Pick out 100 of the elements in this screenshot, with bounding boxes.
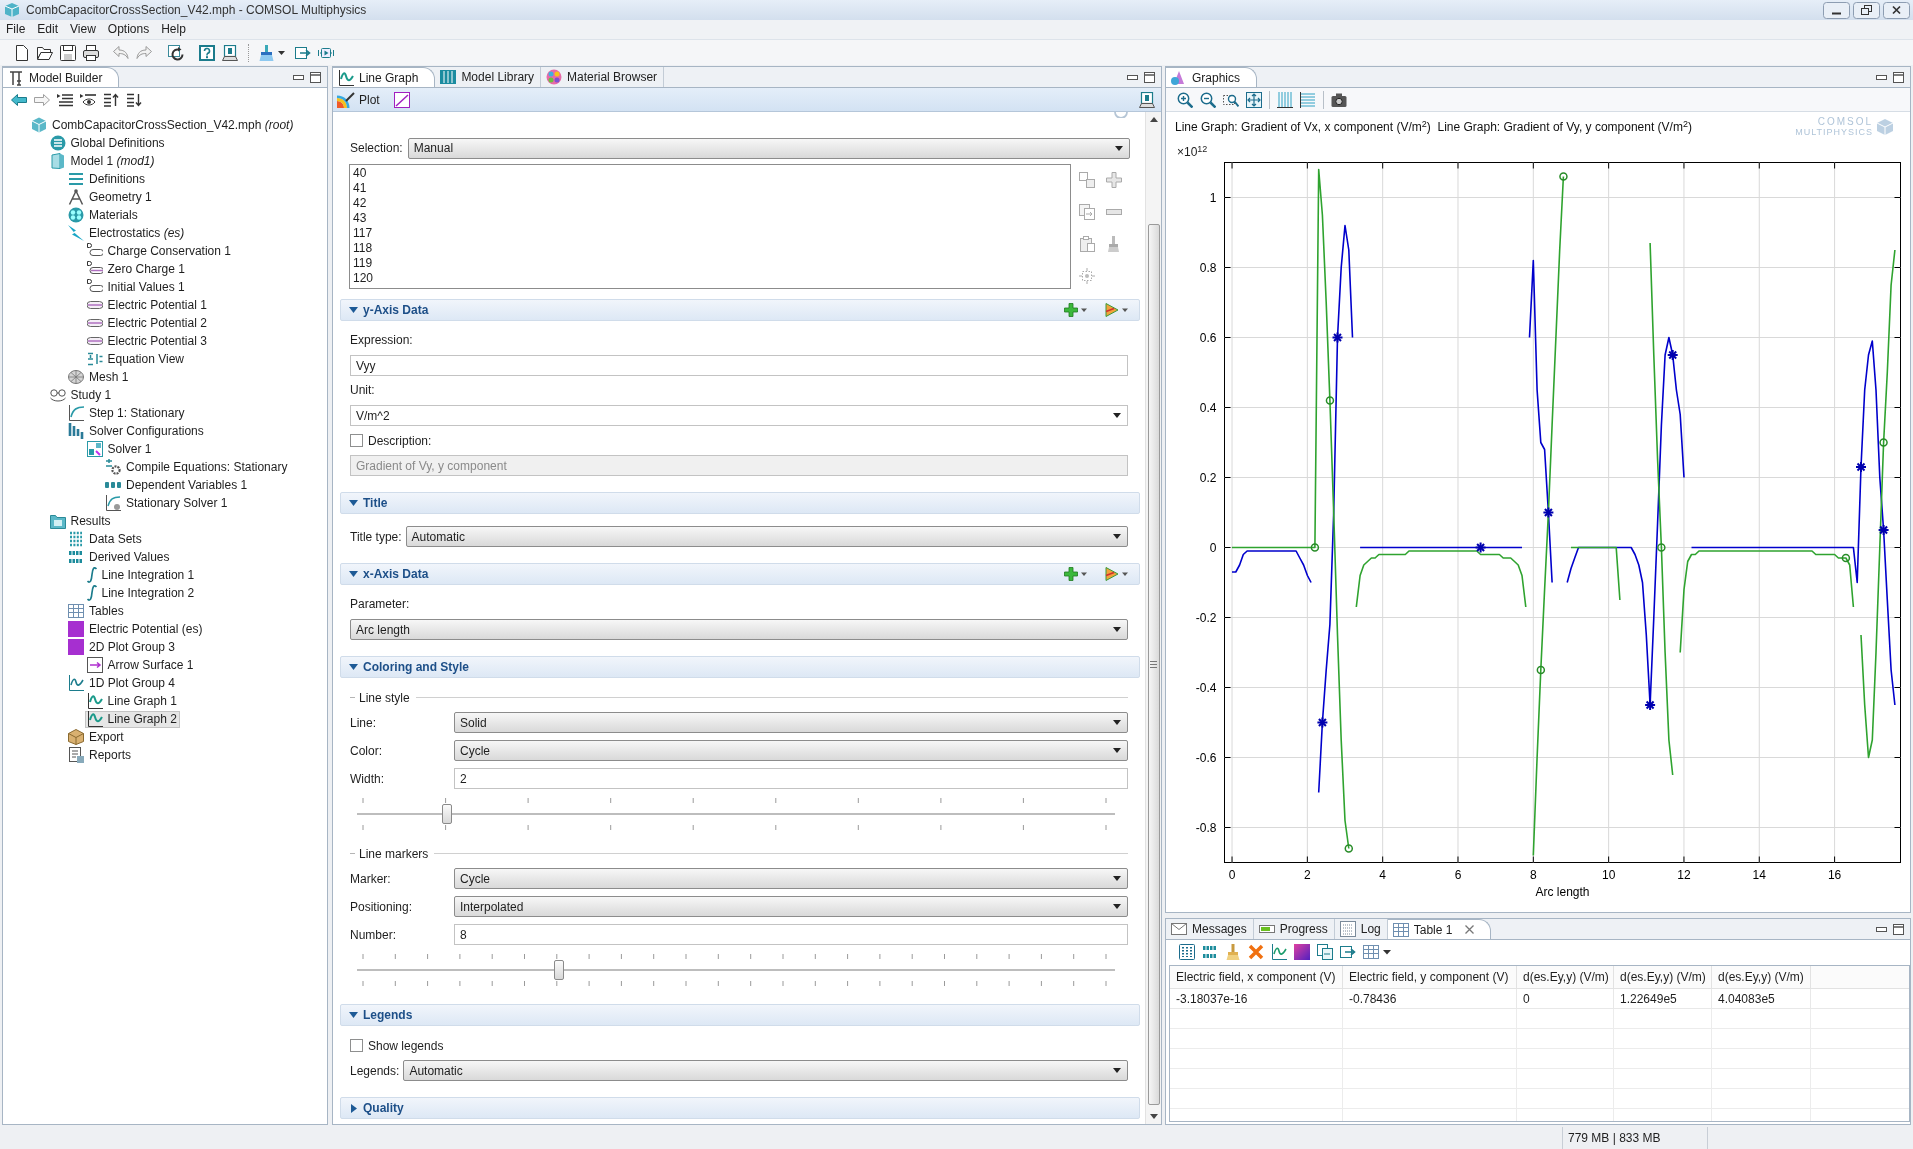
tree-item[interactable]: Reports bbox=[66, 746, 135, 764]
list-item[interactable]: 119 bbox=[353, 256, 373, 271]
copy-icon[interactable] bbox=[1317, 944, 1333, 960]
tree-item[interactable]: Initial Values 1 bbox=[84, 278, 188, 296]
camera-icon[interactable] bbox=[1331, 91, 1347, 108]
slider-thumb[interactable] bbox=[442, 804, 453, 824]
clipboard-icon[interactable] bbox=[1079, 236, 1095, 252]
tab[interactable]: Table 1 bbox=[1387, 919, 1492, 939]
minimize-icon[interactable] bbox=[1876, 926, 1887, 932]
tree-item[interactable]: Model 1 (mod1) bbox=[47, 152, 158, 170]
tree-item[interactable]: Line Integration 1 bbox=[84, 566, 198, 584]
tree-item[interactable]: CombCapacitorCrossSection_V42.mph (root) bbox=[29, 116, 297, 134]
list-item[interactable]: 117 bbox=[353, 226, 373, 241]
tree-item[interactable]: Solver Configurations bbox=[66, 422, 207, 440]
delete-icon[interactable] bbox=[1248, 944, 1264, 960]
refresh-icon[interactable] bbox=[168, 44, 184, 61]
sort-up-icon[interactable] bbox=[103, 93, 119, 107]
scroll-up-icon[interactable] bbox=[1149, 117, 1158, 122]
dropdown[interactable]: Cycle bbox=[454, 740, 1128, 761]
tree-item[interactable]: Materials bbox=[66, 206, 141, 224]
tree-item[interactable]: Compile Equations: Stationary bbox=[103, 458, 291, 476]
menu-list-icon[interactable] bbox=[57, 93, 73, 107]
column-header[interactable]: d(es.Ey,y) (V/m) bbox=[1614, 966, 1712, 988]
checkbox[interactable] bbox=[350, 434, 363, 447]
add-dropdown-icon[interactable] bbox=[1064, 303, 1088, 317]
tree-item[interactable]: 2D Plot Group 3 bbox=[66, 638, 179, 656]
tree-item[interactable]: Dependent Variables 1 bbox=[103, 476, 251, 494]
menu-item[interactable]: Edit bbox=[31, 20, 65, 39]
minimize-icon[interactable] bbox=[1876, 74, 1887, 80]
column-header[interactable]: Electric field, x component (V) bbox=[1170, 966, 1343, 988]
menu-item[interactable]: Help bbox=[155, 20, 192, 39]
tree-item[interactable]: Definitions bbox=[66, 170, 149, 188]
maximize-icon[interactable] bbox=[1893, 923, 1904, 935]
column-header[interactable]: d(es.Ey,y) (V/m) bbox=[1517, 966, 1614, 988]
dropdown[interactable]: Automatic bbox=[403, 1060, 1128, 1081]
play-dropdown-icon[interactable] bbox=[1105, 567, 1129, 581]
tree-item[interactable]: Tables bbox=[66, 602, 127, 620]
dropdown[interactable]: Arc length bbox=[350, 619, 1128, 640]
list-item[interactable]: 42 bbox=[353, 196, 367, 211]
tree-item[interactable]: Electric Potential 3 bbox=[84, 332, 210, 350]
back-arrow-icon[interactable] bbox=[11, 94, 27, 106]
section-header[interactable]: Quality bbox=[340, 1097, 1140, 1119]
column-header[interactable]: d(es.Ey,y) (V/m) bbox=[1712, 966, 1811, 988]
zoom-extents-icon[interactable] bbox=[1246, 91, 1262, 108]
tree-item[interactable]: Equation View bbox=[84, 350, 187, 368]
restore-icon[interactable] bbox=[1853, 1, 1880, 19]
list-item[interactable]: 40 bbox=[353, 166, 367, 181]
brush-icon[interactable] bbox=[1225, 944, 1241, 960]
new-file-icon[interactable] bbox=[16, 44, 28, 61]
tree-item[interactable]: Line Graph 2 bbox=[84, 710, 180, 728]
export-icon[interactable] bbox=[1340, 944, 1356, 960]
horizontal-grid-icon[interactable] bbox=[1300, 91, 1316, 108]
list-item[interactable]: 118 bbox=[353, 241, 373, 256]
sort-down-icon[interactable] bbox=[126, 93, 142, 107]
export-icon[interactable] bbox=[295, 44, 311, 61]
tree-item[interactable]: Derived Values bbox=[66, 548, 173, 566]
tab[interactable]: Model Builder bbox=[3, 67, 120, 87]
tree-item[interactable]: Line Graph 1 bbox=[84, 692, 180, 710]
plot-button[interactable]: Plot bbox=[337, 89, 380, 110]
text-field[interactable]: 2 bbox=[454, 768, 1128, 789]
play-dropdown-icon[interactable] bbox=[1105, 303, 1129, 317]
maximize-icon[interactable] bbox=[1144, 71, 1155, 83]
zoom-out-icon[interactable] bbox=[1200, 91, 1216, 108]
checkbox[interactable] bbox=[350, 1039, 363, 1052]
menu-item[interactable]: Options bbox=[101, 20, 156, 39]
tree-item[interactable]: Results bbox=[47, 512, 114, 530]
zoom-in-icon[interactable] bbox=[1177, 91, 1193, 108]
tree-item[interactable]: Global Definitions bbox=[47, 134, 168, 152]
tree-item[interactable]: Export bbox=[66, 728, 127, 746]
text-field[interactable]: 8 bbox=[454, 924, 1128, 945]
tree-item[interactable]: Geometry 1 bbox=[66, 188, 155, 206]
dropdown[interactable]: Manual bbox=[407, 137, 1130, 159]
line-plot-icon[interactable] bbox=[1271, 944, 1287, 960]
minimize-icon[interactable] bbox=[293, 74, 304, 80]
menu-item[interactable]: View bbox=[64, 20, 102, 39]
list-item[interactable]: 120 bbox=[353, 271, 374, 286]
help-icon[interactable] bbox=[199, 44, 215, 61]
dropdown[interactable]: Interpolated bbox=[454, 896, 1128, 917]
tree-item[interactable]: Charge Conservation 1 bbox=[84, 242, 234, 260]
tree-item[interactable]: Arrow Surface 1 bbox=[84, 656, 197, 674]
table-dropdown-icon[interactable] bbox=[1363, 944, 1391, 960]
tree-item[interactable]: Solver 1 bbox=[84, 440, 155, 458]
close-icon[interactable] bbox=[1883, 1, 1910, 19]
minimize-icon[interactable] bbox=[1127, 74, 1138, 80]
eye-list-icon[interactable] bbox=[80, 93, 96, 107]
scroll-down-icon[interactable] bbox=[1149, 1114, 1158, 1119]
slider-thumb[interactable] bbox=[553, 960, 564, 980]
save-icon[interactable] bbox=[60, 44, 76, 61]
dashed-bars-icon[interactable] bbox=[1202, 944, 1218, 960]
tree-item[interactable]: Electric Potential 1 bbox=[84, 296, 210, 314]
tree-item[interactable]: Electric Potential (es) bbox=[66, 620, 206, 638]
list-item[interactable]: 43 bbox=[353, 211, 367, 226]
tree-item[interactable]: Study 1 bbox=[47, 386, 115, 404]
tree-item[interactable]: Stationary Solver 1 bbox=[103, 494, 231, 512]
laptop-icon[interactable] bbox=[1139, 91, 1155, 108]
folder-icon[interactable] bbox=[37, 44, 53, 61]
scrollbar-thumb[interactable] bbox=[1147, 224, 1160, 1105]
diagonal-box-icon[interactable] bbox=[393, 91, 410, 108]
tree-item[interactable]: 1D Plot Group 4 bbox=[66, 674, 179, 692]
brush-dropdown-icon[interactable] bbox=[259, 44, 285, 61]
